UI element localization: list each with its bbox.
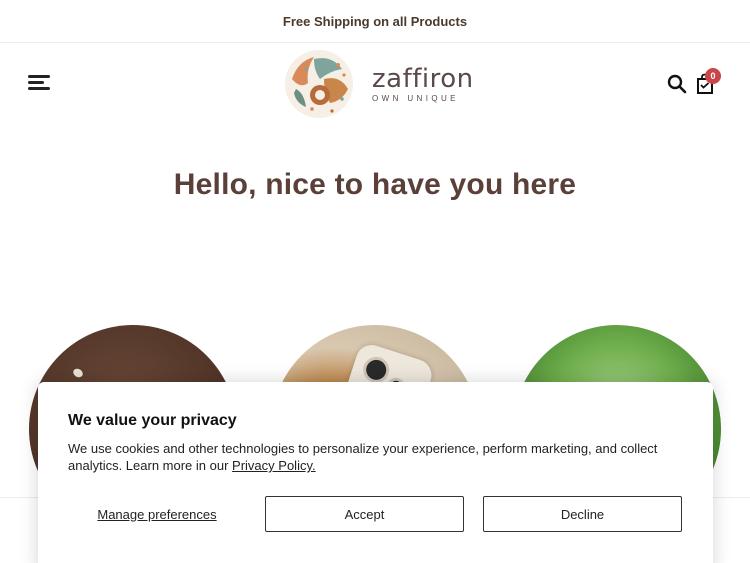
privacy-banner: We value your privacy We use cookies and… bbox=[38, 382, 713, 563]
logo-emblem-icon bbox=[285, 50, 353, 118]
cart-count-badge: 0 bbox=[705, 68, 721, 84]
search-icon[interactable] bbox=[667, 74, 687, 94]
privacy-description: We use cookies and other technologies to… bbox=[68, 441, 658, 473]
hero-title: Hello, nice to have you here bbox=[173, 168, 577, 201]
logo-tagline: OWN UNIQUE bbox=[372, 93, 459, 103]
announcement-bar: Free Shipping on all Products bbox=[0, 0, 750, 43]
hamburger-menu-icon[interactable] bbox=[28, 75, 52, 93]
privacy-actions: Manage preferences Accept Decline bbox=[68, 496, 683, 532]
privacy-title: We value your privacy bbox=[68, 412, 237, 429]
announcement-text: Free Shipping on all Products bbox=[282, 13, 468, 29]
logo-wordmark: zaffiron bbox=[372, 63, 474, 94]
logo-text: zaffiron OWN UNIQUE bbox=[372, 66, 474, 103]
decorative-detail bbox=[71, 367, 85, 379]
privacy-text-block: We use cookies and other technologies to… bbox=[68, 440, 668, 474]
decline-button[interactable]: Decline bbox=[483, 496, 682, 532]
site-logo[interactable]: zaffiron OWN UNIQUE bbox=[284, 49, 474, 119]
privacy-policy-link[interactable]: Privacy Policy. bbox=[232, 458, 316, 473]
site-header: zaffiron OWN UNIQUE 0 bbox=[0, 43, 750, 125]
accept-button[interactable]: Accept bbox=[265, 496, 464, 532]
manage-preferences-link[interactable]: Manage preferences bbox=[68, 496, 246, 532]
